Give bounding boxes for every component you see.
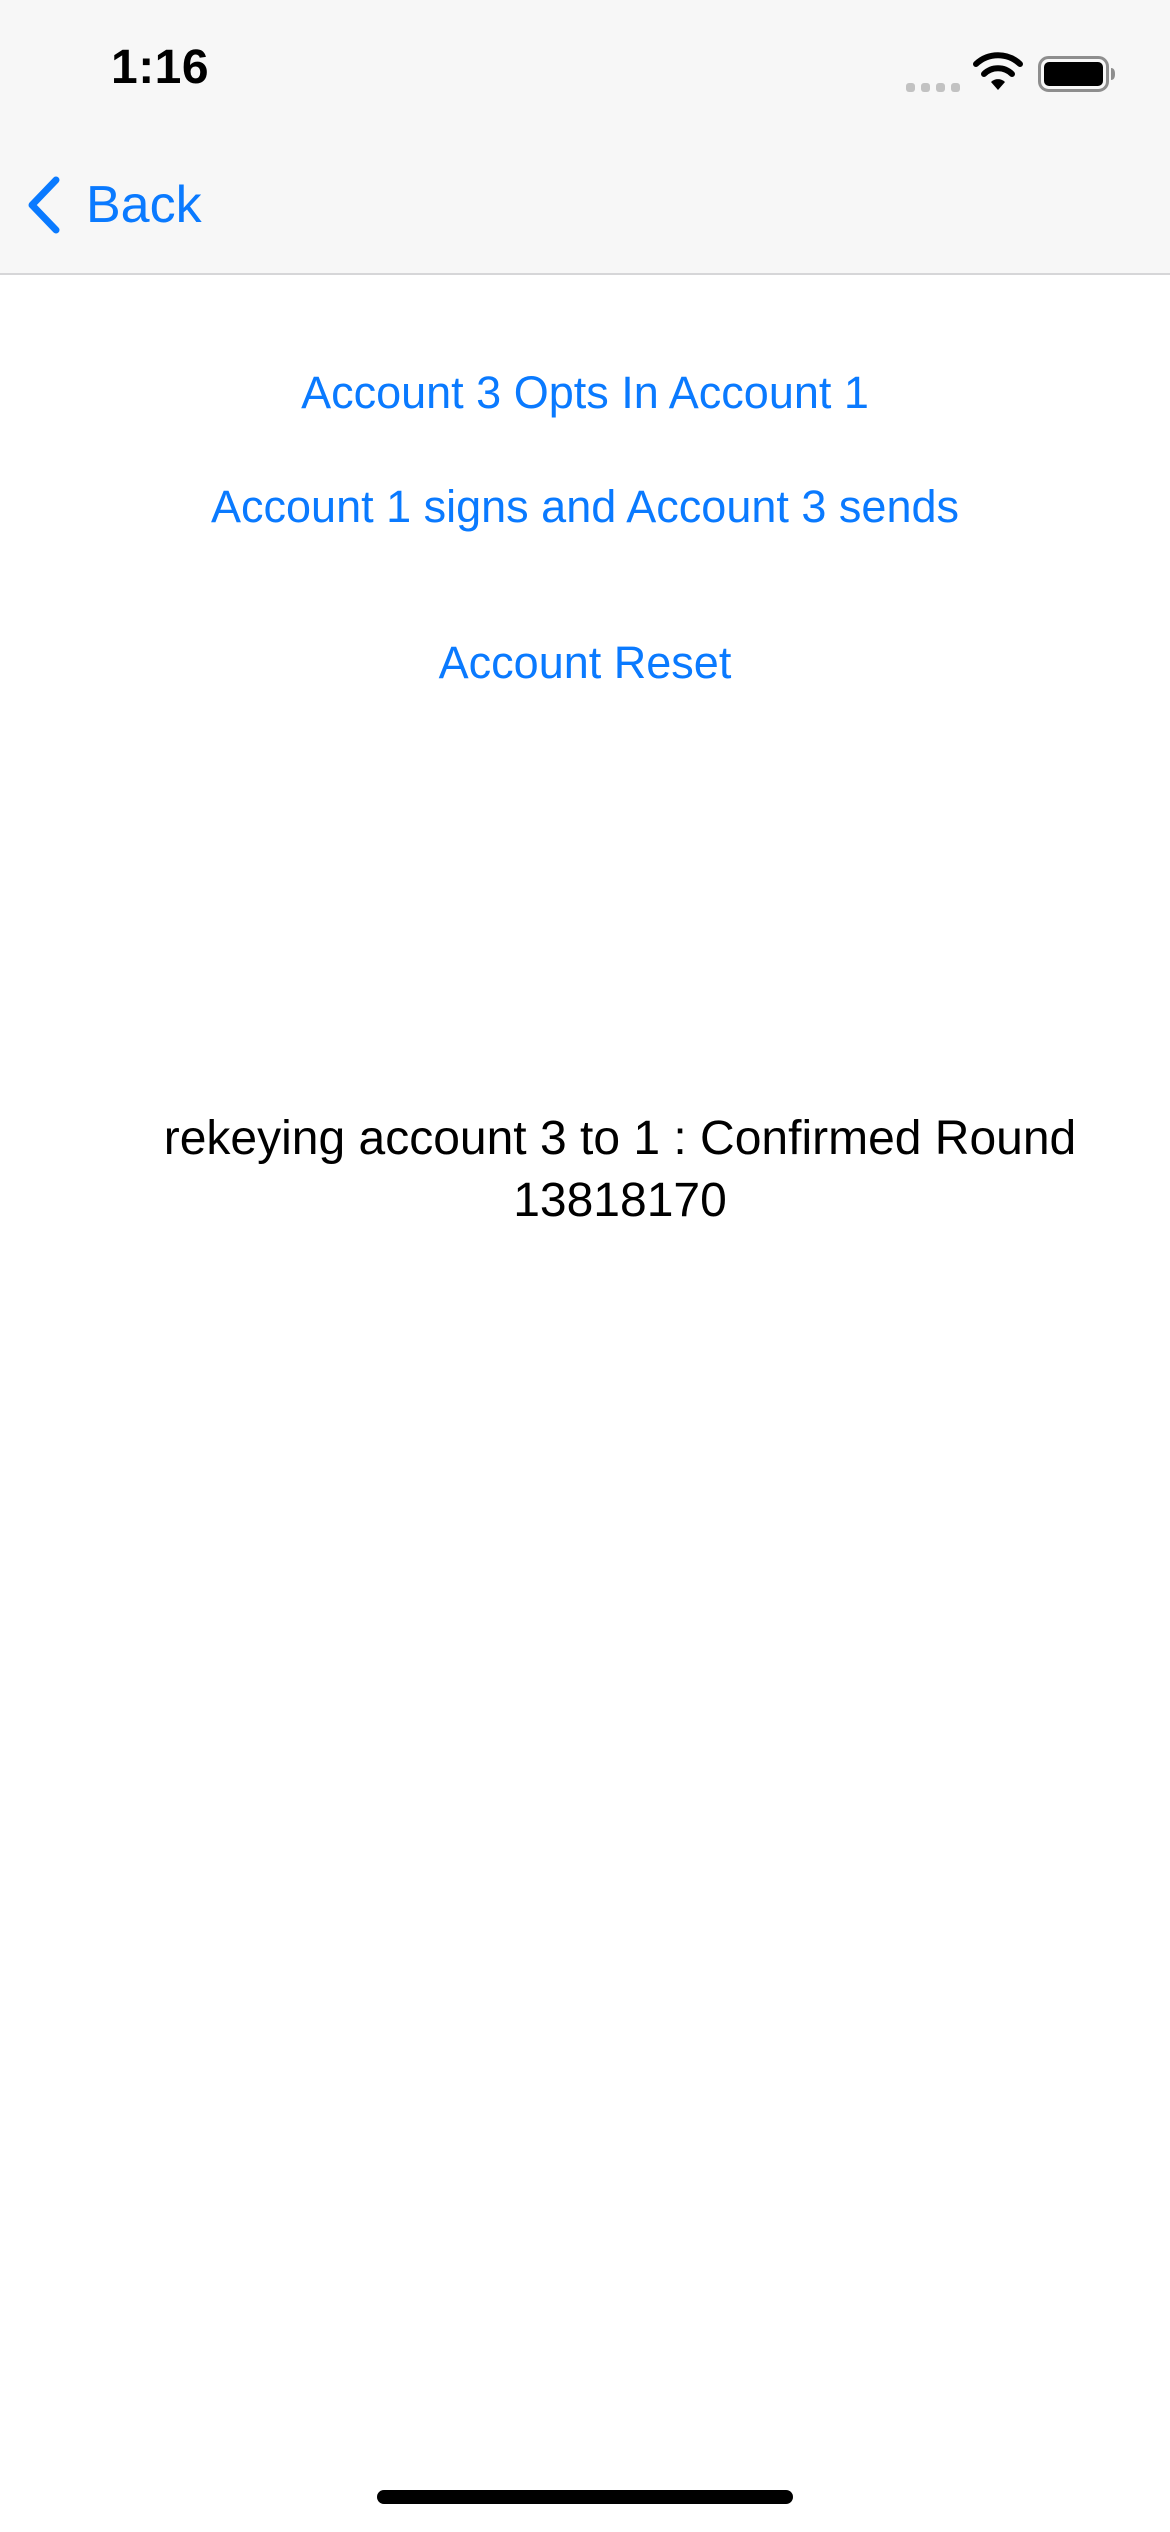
back-label: Back [86,176,202,234]
account3-opts-in-button[interactable]: Account 3 Opts In Account 1 [0,367,1170,419]
battery-full-icon [1038,56,1115,92]
account1-signs-account3-sends-button[interactable]: Account 1 signs and Account 3 sends [0,481,1170,533]
chevron-left-icon [28,176,60,234]
back-button[interactable]: Back [24,170,202,240]
cellular-signal-icon [906,80,960,92]
transaction-status-text: rekeying account 3 to 1 : Confirmed Roun… [163,1112,1077,1227]
account-reset-button[interactable]: Account Reset [0,637,1170,689]
status-time: 1:16 [111,41,210,94]
home-indicator[interactable] [377,2490,793,2504]
navigation-bar: 1:16 Back [0,0,1170,275]
wifi-icon [973,52,1023,90]
